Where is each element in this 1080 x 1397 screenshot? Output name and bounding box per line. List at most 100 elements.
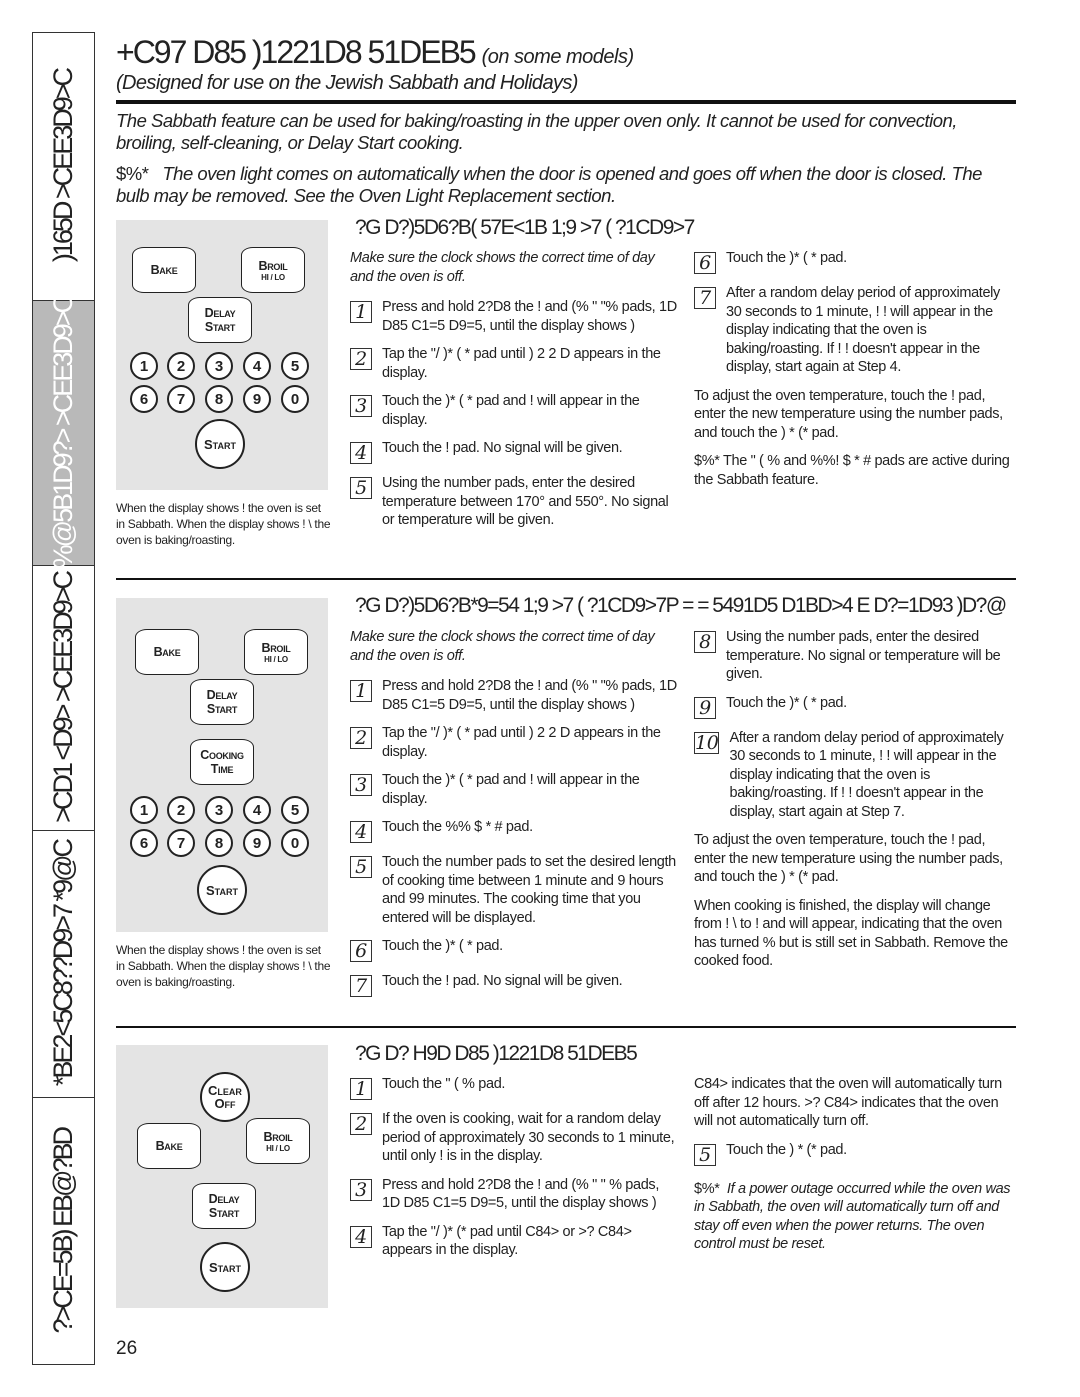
tab-1[interactable]: )165D >CEE3D9>C xyxy=(33,33,94,301)
tab-label: *BE2<5C8??D9>7 *9@C xyxy=(48,841,78,1087)
number-key: 2 xyxy=(167,796,195,824)
step-2: 2 Tap the "/ )* ( * pad until ) 2 2 D app… xyxy=(350,345,680,382)
step-number: 1 xyxy=(350,1078,372,1100)
intro-note: $%* The oven light comes on automaticall… xyxy=(116,163,1016,207)
column: 1 Touch the " ( % pad. 2 If the oven is coo… xyxy=(350,1075,680,1270)
page-title: +C97 D85 )1221D8 51DEB5 (on some models) xyxy=(116,34,634,71)
section-divider xyxy=(116,1026,1016,1028)
tab-5[interactable]: ?>CE=5B) EB@?BD xyxy=(33,1098,94,1364)
step-number: 6 xyxy=(350,940,372,962)
header-rule xyxy=(116,100,1016,104)
number-key: 8 xyxy=(205,829,233,857)
step-9: 9 Touch the )* ( * pad. xyxy=(694,694,1019,719)
number-key: 6 xyxy=(130,829,158,857)
note-text: The oven light comes on automatically wh… xyxy=(116,163,982,206)
step-text: Using the number pads, enter the desired… xyxy=(726,629,1001,682)
step-4: 4 Touch the %% $ * # pad. xyxy=(350,818,680,843)
number-key: 0 xyxy=(281,385,309,413)
number-key: 5 xyxy=(281,796,309,824)
step-7: 7 Touch the ! pad. No signal will be give… xyxy=(350,972,680,997)
step-3: 3 Press and hold 2?D8 the ! and (% " " % … xyxy=(350,1176,680,1213)
step-1: 1 Press and hold 2?D8 the ! and (% " "% p… xyxy=(350,677,680,714)
step-number: 3 xyxy=(350,1178,372,1201)
step-number: 8 xyxy=(694,631,716,653)
number-key: 4 xyxy=(243,796,271,824)
keypad-caption: When the display shows ! the oven is set… xyxy=(116,501,331,547)
step-text: Touch the number pads to set the desired… xyxy=(382,854,676,926)
tab-4[interactable]: *BE2<5C8??D9>7 *9@C xyxy=(33,831,94,1098)
step-text: Touch the ) * (* pad. xyxy=(726,1141,847,1158)
bake-key: Bake xyxy=(137,1123,201,1169)
step-6: 6 Touch the )* ( * pad. xyxy=(350,937,680,962)
step-5: 5 Touch the ) * (* pad. xyxy=(694,1141,1019,1166)
step-text: Touch the ! pad. No signal will be given… xyxy=(382,440,623,456)
step-text: Tap the "/ )* ( * pad until ) 2 2 D appe… xyxy=(382,725,661,760)
note: $%* If a power outage occurred while the… xyxy=(694,1180,1019,1254)
number-key: 9 xyxy=(243,385,271,413)
broil-key: Broil HI / LO xyxy=(244,629,308,675)
step-number: 10 xyxy=(694,731,720,754)
title-suffix: (on some models) xyxy=(481,46,635,68)
number-key: 0 xyxy=(281,829,309,857)
start-key: Start xyxy=(195,419,245,469)
step-number: 7 xyxy=(694,287,716,309)
column: Make sure the clock shows the correct ti… xyxy=(350,628,680,1007)
intro-text: The Sabbath feature can be used for baki… xyxy=(116,110,957,153)
clear-off-key: Clear Off xyxy=(200,1072,250,1122)
keypad-1: Bake Broil HI / LO Delay Start Start 12345… xyxy=(116,220,328,490)
number-key: 8 xyxy=(205,385,233,413)
paragraph: To adjust the oven temperature, touch th… xyxy=(694,832,1003,885)
step-text: Tap the "/ )* (* pad until C84> or >? C8… xyxy=(382,1223,632,1259)
number-key: 9 xyxy=(243,829,271,857)
paragraph: $%* The " ( % and %%! $ * # pads are act… xyxy=(694,453,1010,488)
step-2: 2 If the oven is cooking, wait for a rand… xyxy=(350,1110,680,1166)
step-text: After a random delay period of approxima… xyxy=(729,729,1004,820)
section-title: ?G D?)5D6?B*9=54 1;9 >7 ( ?1CD9>7P = = 5… xyxy=(355,594,1007,617)
number-key: 3 xyxy=(205,352,233,380)
keypad-caption: When the display shows ! the oven is set… xyxy=(116,943,331,989)
step-3: 3 Touch the )* ( * pad and ! will appear … xyxy=(350,392,680,429)
note-text: If a power outage occurred while the ove… xyxy=(694,1180,1011,1253)
delay-start-key: Delay Start xyxy=(188,297,252,343)
number-key: 1 xyxy=(130,352,158,380)
paragraph: When cooking is finished, the display wi… xyxy=(694,897,1008,970)
step-4: 4 Tap the "/ )* (* pad until C84> or >? C… xyxy=(350,1223,680,1260)
step-text: Touch the %% $ * # pad. xyxy=(382,819,533,835)
broil-key: Broil HI / LO xyxy=(246,1118,310,1164)
note-label: $%* xyxy=(694,1180,720,1197)
number-key: 2 xyxy=(167,352,195,380)
paragraph: C84> indicates that the oven will automa… xyxy=(694,1076,1002,1129)
keypad-2: Bake Broil HI / LO Delay Start Cooking Time… xyxy=(116,598,328,932)
step-text: Tap the "/ )* ( * pad until ) 2 2 D appe… xyxy=(382,346,661,381)
step-number: 5 xyxy=(694,1143,716,1166)
step-7: 7 After a random delay period of approxim… xyxy=(694,284,1019,377)
step-number: 4 xyxy=(350,442,372,464)
number-key: 1 xyxy=(130,796,158,824)
step-number: 2 xyxy=(350,1113,372,1135)
step-2: 2 Tap the "/ )* ( * pad until ) 2 2 D app… xyxy=(350,724,680,761)
page-subtitle: (Designed for use on the Jewish Sabbath … xyxy=(116,72,578,94)
step-text: Press and hold 2?D8 the ! and (% " "% pa… xyxy=(382,678,677,713)
title-text: +C97 D85 )1221D8 51DEB5 xyxy=(116,34,477,70)
section-tabs: )165D >CEE3D9>C %@5B1D9?> >CEE3D9>C >CD1… xyxy=(32,32,95,1365)
step-text: Touch the " ( % pad. xyxy=(382,1076,506,1092)
tab-2-active[interactable]: %@5B1D9?> >CEE3D9>C xyxy=(33,297,94,569)
step-number: 2 xyxy=(350,348,372,370)
number-key: 3 xyxy=(205,796,233,824)
step-text: Touch the )* ( * pad and ! will appear i… xyxy=(382,393,640,428)
page-number: 26 xyxy=(116,1338,138,1359)
delay-start-key: Delay Start xyxy=(192,1183,256,1229)
cooking-time-key: Cooking Time xyxy=(190,739,254,785)
section-divider xyxy=(116,578,1016,580)
delay-start-key: Delay Start xyxy=(190,679,254,725)
step-text: Using the number pads, enter the desired… xyxy=(382,475,669,528)
tab-3[interactable]: >CD1 <D9> >CEE3D9>C xyxy=(33,566,94,831)
section-title: ?G D? H9D D85 )1221D8 51DEB5 xyxy=(355,1042,638,1065)
instruction-intro: Make sure the clock shows the correct ti… xyxy=(350,629,655,664)
start-key: Start xyxy=(197,865,247,915)
step-5: 5 Using the number pads, enter the desire… xyxy=(350,474,680,530)
step-number: 1 xyxy=(350,301,372,323)
step-text: Touch the )* ( * pad and ! will appear i… xyxy=(382,772,640,807)
step-number: 1 xyxy=(350,680,372,702)
step-number: 2 xyxy=(350,727,372,749)
